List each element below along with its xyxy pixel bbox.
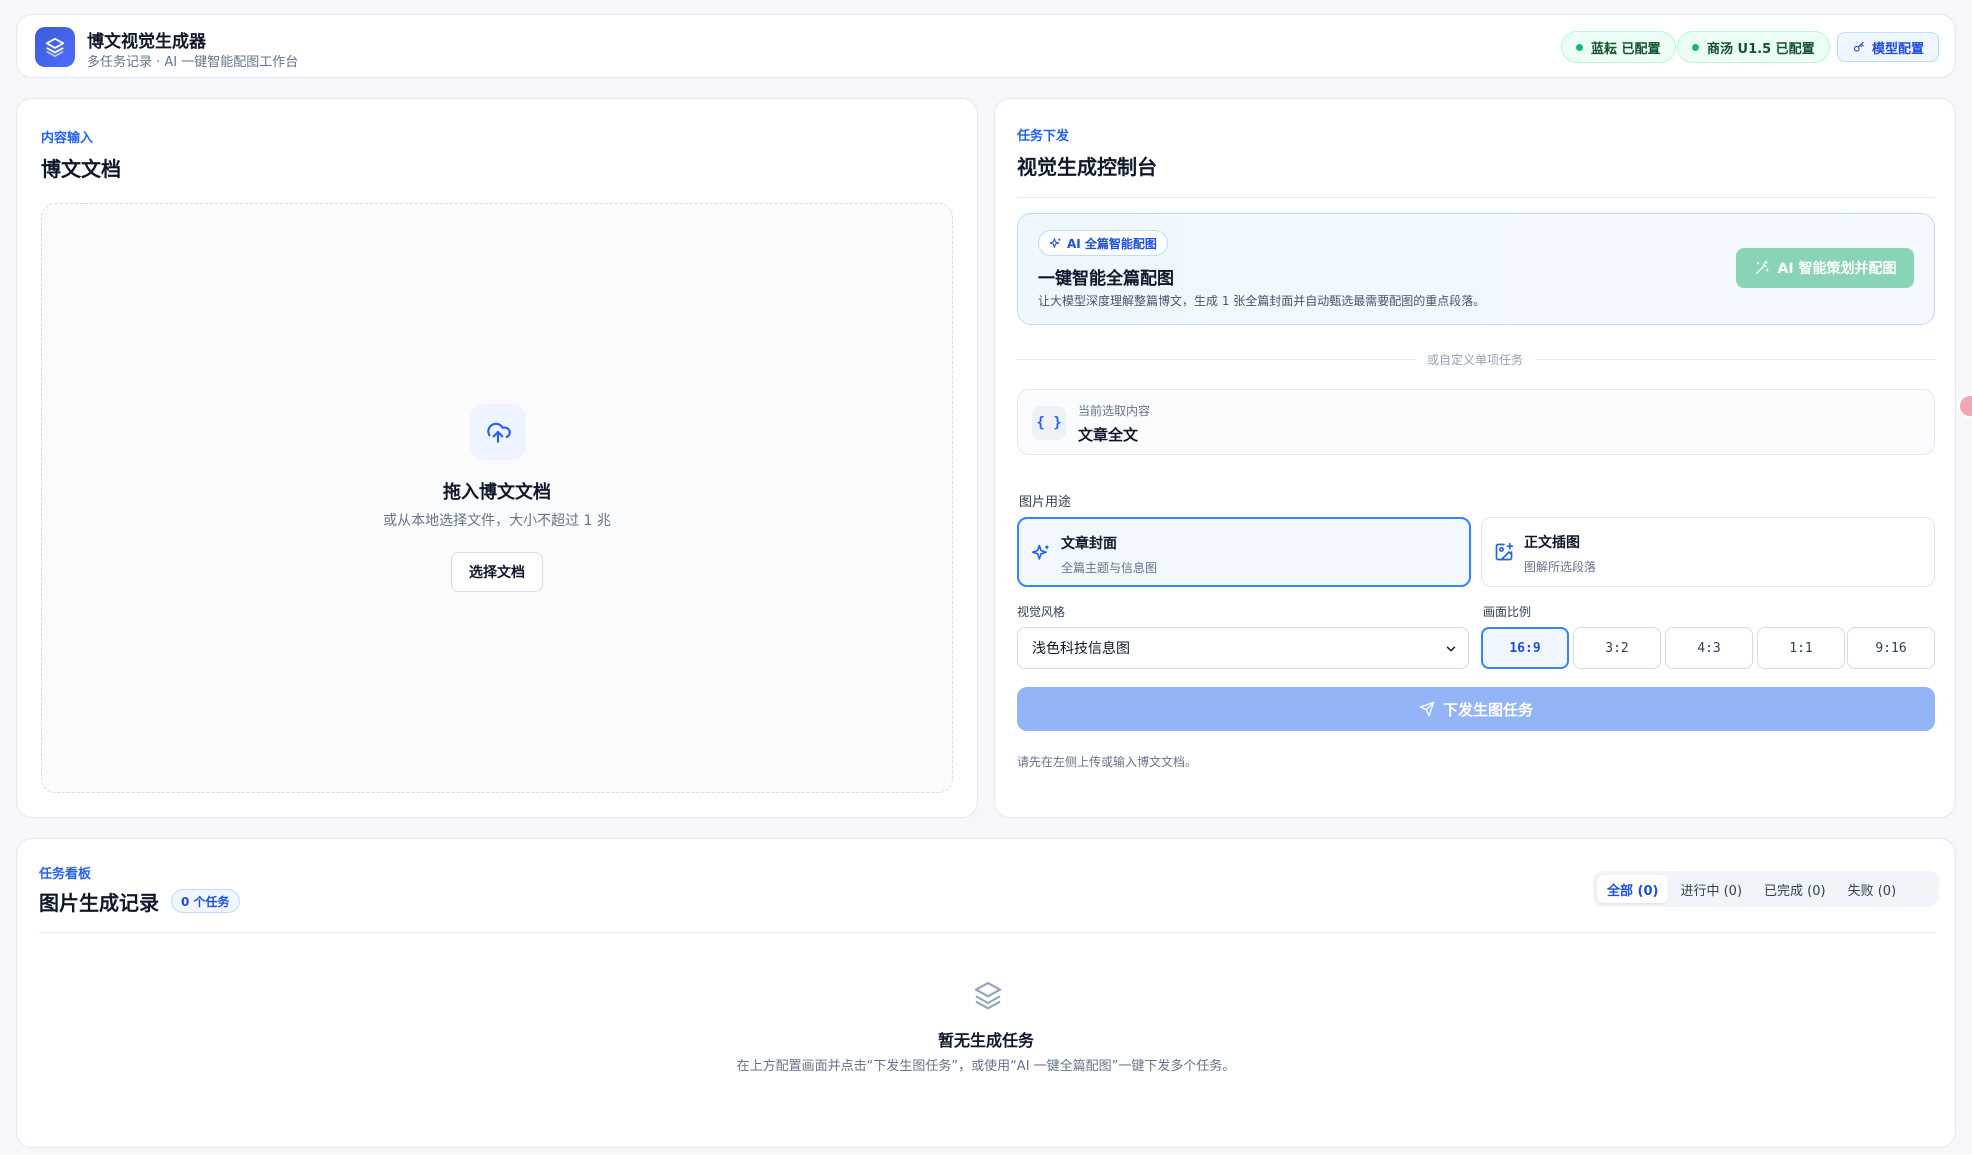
ai-badge: AI 全篇智能配图	[1038, 230, 1168, 256]
key-icon	[1853, 41, 1864, 52]
status-badge-lanyun: 蓝耘 已配置	[1561, 31, 1676, 63]
task-eyebrow: 任务看板	[39, 867, 92, 882]
filter-tab-failed[interactable]: 失败 (0)	[1838, 875, 1907, 903]
visual-style-select[interactable]: 浅色科技信息图	[1017, 627, 1469, 669]
current-selection-box: { } 当前选取内容 文章全文	[1017, 389, 1935, 455]
empty-state-title: 暂无生成任务	[937, 1031, 1034, 1050]
choose-document-button[interactable]: 选择文档	[451, 552, 543, 592]
dot-icon	[1576, 43, 1583, 51]
visual-control-panel: 任务下发 视觉生成控制台 AI 全篇智能配图 一键智能全篇配图 让大模型深度理解…	[994, 98, 1956, 818]
control-title: 视觉生成控制台	[1017, 155, 1157, 179]
usage-option-illustration[interactable]: 正文插图 图解所选段落	[1481, 517, 1935, 587]
task-board-panel: 任务看板 图片生成记录 0 个任务 全部 (0) 进行中 (0) 已完成 (0)…	[16, 838, 1956, 1148]
content-input-panel: 内容输入 博文文档 拖入博文文档 或从本地选择文件，大小不超过 1 兆 选择文档	[16, 98, 978, 818]
submit-task-label: 下发生图任务	[1442, 700, 1533, 719]
drop-title: 拖入博文文档	[443, 482, 551, 503]
visual-style-value: 浅色科技信息图	[1032, 641, 1130, 657]
task-title: 图片生成记录	[39, 891, 159, 915]
dot-icon	[1692, 43, 1699, 51]
input-title: 博文文档	[41, 157, 121, 181]
usage-label: 图片用途	[1019, 495, 1072, 510]
app-title: 博文视觉生成器	[87, 32, 206, 52]
sparkles-icon	[1031, 544, 1049, 560]
model-config-label: 模型配置	[1872, 41, 1925, 57]
document-dropzone[interactable]: 拖入博文文档 或从本地选择文件，大小不超过 1 兆 选择文档	[41, 203, 953, 793]
usage-option-desc: 全篇主题与信息图	[1061, 561, 1158, 575]
usage-option-title: 文章封面	[1061, 536, 1117, 552]
usage-option-cover[interactable]: 文章封面 全篇主题与信息图	[1017, 517, 1471, 587]
submit-task-button[interactable]: 下发生图任务	[1017, 687, 1935, 731]
layers-icon	[35, 27, 75, 67]
layers-icon	[974, 981, 1002, 1010]
ai-plan-illustrate-label: AI 智能策划并配图	[1777, 261, 1897, 277]
status-badge-label: 蓝耘 已配置	[1591, 41, 1661, 57]
sparkles-icon	[1049, 237, 1061, 248]
submit-hint: 请先在左侧上传或输入博文文档。	[1017, 755, 1198, 769]
ai-plan-illustrate-button[interactable]: AI 智能策划并配图	[1736, 248, 1914, 288]
floating-assistant-avatar[interactable]	[1958, 394, 1972, 418]
drop-subtitle: 或从本地选择文件，大小不超过 1 兆	[383, 513, 611, 529]
ai-title: 一键智能全篇配图	[1038, 269, 1174, 289]
upload-cloud-icon	[470, 404, 526, 460]
ai-description: 让大模型深度理解整篇博文，生成 1 张全篇封面并自动甄选最需要配图的重点段落。	[1038, 294, 1486, 308]
style-label: 视觉风格	[1017, 605, 1066, 619]
ratio-option-16-9[interactable]: 16:9	[1481, 627, 1569, 669]
image-plus-icon	[1495, 542, 1514, 561]
selection-label: 当前选取内容	[1078, 404, 1151, 418]
usage-option-desc: 图解所选段落	[1524, 560, 1597, 574]
divider	[1017, 197, 1935, 198]
task-filter-tabs: 全部 (0) 进行中 (0) 已完成 (0) 失败 (0)	[1593, 871, 1939, 907]
empty-state-description: 在上方配置画面并点击“下发生图任务”，或使用“AI 一键全篇配图”一键下发多个任…	[736, 1059, 1236, 1074]
wand-icon	[1755, 260, 1769, 274]
task-count-badge: 0 个任务	[171, 889, 240, 913]
app-header: 博文视觉生成器 多任务记录 · AI 一键智能配图工作台 蓝耘 已配置 商汤 U…	[16, 14, 1956, 78]
usage-option-title: 正文插图	[1524, 535, 1580, 551]
ratio-option-9-16[interactable]: 9:16	[1847, 627, 1935, 669]
braces-icon: { }	[1032, 406, 1066, 440]
ai-badge-label: AI 全篇智能配图	[1067, 236, 1157, 251]
selection-value: 文章全文	[1078, 426, 1139, 444]
ratio-option-1-1[interactable]: 1:1	[1757, 627, 1845, 669]
model-config-button[interactable]: 模型配置	[1837, 32, 1940, 62]
ratio-option-3-2[interactable]: 3:2	[1573, 627, 1661, 669]
or-custom-task-label: 或自定义单项任务	[995, 351, 1955, 368]
ai-smart-illustration-box: AI 全篇智能配图 一键智能全篇配图 让大模型深度理解整篇博文，生成 1 张全篇…	[1017, 213, 1935, 325]
app-subtitle: 多任务记录 · AI 一键智能配图工作台	[87, 55, 299, 70]
chevron-down-icon	[1446, 646, 1456, 652]
divider	[39, 932, 1935, 933]
filter-tab-all[interactable]: 全部 (0)	[1597, 875, 1669, 903]
filter-tab-done[interactable]: 已完成 (0)	[1754, 875, 1836, 903]
ratio-label: 画面比例	[1483, 605, 1532, 619]
filter-tab-running[interactable]: 进行中 (0)	[1670, 875, 1752, 903]
status-badge-label: 商汤 U1.5 已配置	[1707, 41, 1815, 57]
send-icon	[1419, 701, 1435, 717]
status-badge-shangtang: 商汤 U1.5 已配置	[1677, 31, 1830, 63]
control-eyebrow: 任务下发	[1017, 129, 1070, 144]
input-eyebrow: 内容输入	[41, 131, 94, 146]
ratio-option-4-3[interactable]: 4:3	[1665, 627, 1753, 669]
